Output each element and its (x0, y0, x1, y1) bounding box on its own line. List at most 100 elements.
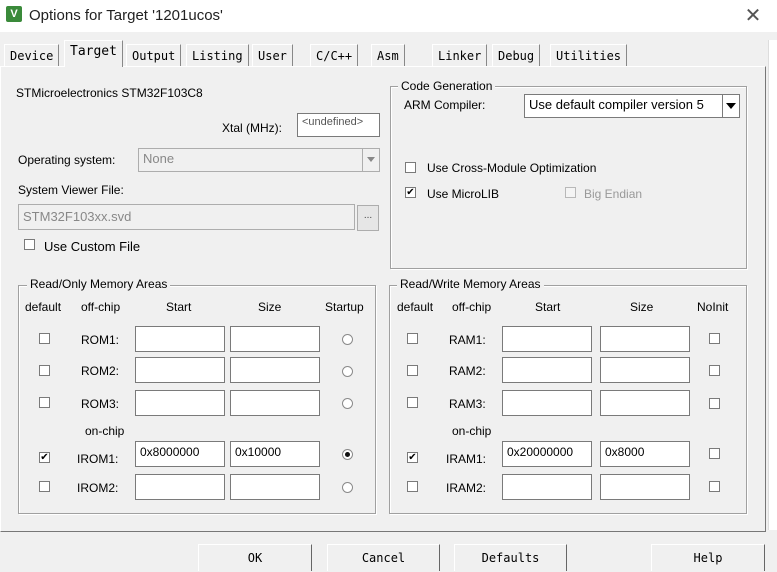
rom2-default-checkbox[interactable] (39, 365, 50, 376)
cross-module-checkbox[interactable] (405, 162, 416, 173)
ro-header-default: default (25, 300, 62, 314)
close-button[interactable]: ✕ (738, 2, 768, 30)
irom2-startup-radio[interactable] (342, 482, 353, 493)
ram1-label: RAM1: (449, 333, 486, 347)
background-window-edge (768, 40, 777, 530)
browse-svd-button[interactable]: ... (357, 205, 379, 231)
ram2-size-input[interactable] (600, 357, 690, 383)
ram1-default-checkbox[interactable] (407, 333, 418, 344)
irom1-size-input[interactable]: 0x10000 (230, 441, 320, 467)
iram1-size-input[interactable]: 0x8000 (600, 441, 690, 467)
iram1-label: IRAM1: (446, 452, 487, 466)
tab-target[interactable]: Target (64, 40, 123, 67)
microlib-label: Use MicroLIB (427, 187, 500, 201)
iram1-default-checkbox[interactable]: ✔ (407, 452, 418, 463)
rw-header-size: Size (630, 300, 654, 314)
ram3-default-checkbox[interactable] (407, 397, 418, 408)
iram1-start-input[interactable]: 0x20000000 (502, 441, 592, 467)
iram2-noinit-checkbox[interactable] (709, 481, 720, 492)
ro-header-startup: Startup (325, 300, 364, 314)
os-select[interactable]: None (138, 148, 380, 172)
ro-header-size: Size (258, 300, 282, 314)
chevron-down-icon (726, 103, 736, 109)
tab-linker[interactable]: Linker (432, 44, 488, 66)
compiler-dropdown-button[interactable] (722, 95, 739, 117)
rom1-size-input[interactable] (230, 326, 320, 352)
xtal-label: Xtal (MHz): (222, 121, 282, 135)
os-label: Operating system: (18, 153, 116, 167)
cancel-button[interactable]: Cancel (327, 544, 440, 571)
ram2-start-input[interactable] (502, 357, 592, 383)
irom1-startup-radio[interactable] (342, 449, 353, 460)
rom3-label: ROM3: (81, 397, 120, 411)
arm-compiler-value: Use default compiler version 5 (529, 97, 704, 112)
rom2-start-input[interactable] (135, 357, 225, 383)
rom1-default-checkbox[interactable] (39, 333, 50, 344)
microlib-checkbox[interactable]: ✔ (405, 187, 416, 198)
iram2-default-checkbox[interactable] (407, 481, 418, 492)
ro-header-offchip: off-chip (81, 300, 121, 314)
defaults-button[interactable]: Defaults (454, 544, 567, 571)
rom3-startup-radio[interactable] (342, 398, 353, 409)
ro-onchip-label: on-chip (85, 424, 125, 438)
os-dropdown-button[interactable] (362, 149, 379, 171)
tab-c-cpp[interactable]: C/C++ (310, 44, 359, 66)
ok-button[interactable]: OK (198, 544, 312, 571)
rom3-start-input[interactable] (135, 390, 225, 416)
tab-listing[interactable]: Listing (186, 44, 249, 66)
rom3-default-checkbox[interactable] (39, 397, 50, 408)
ram3-label: RAM3: (449, 397, 486, 411)
use-custom-file-label: Use Custom File (44, 239, 141, 254)
ram2-label: RAM2: (449, 364, 486, 378)
ram2-noinit-checkbox[interactable] (709, 365, 720, 376)
irom2-size-input[interactable] (230, 474, 320, 500)
ram3-start-input[interactable] (502, 390, 592, 416)
irom1-start-input[interactable]: 0x8000000 (135, 441, 225, 467)
rom2-size-input[interactable] (230, 357, 320, 383)
ram1-size-input[interactable] (600, 326, 690, 352)
use-custom-file-checkbox[interactable] (24, 239, 35, 250)
tab-asm[interactable]: Asm (371, 44, 405, 66)
rw-header-noinit: NoInit (697, 300, 729, 314)
rom2-startup-radio[interactable] (342, 366, 353, 377)
rom3-size-input[interactable] (230, 390, 320, 416)
svd-input[interactable]: STM32F103xx.svd (18, 204, 355, 230)
iram2-start-input[interactable] (502, 474, 592, 500)
irom1-default-checkbox[interactable]: ✔ (39, 452, 50, 463)
arm-compiler-label: ARM Compiler: (404, 98, 486, 112)
ram3-size-input[interactable] (600, 390, 690, 416)
tab-debug[interactable]: Debug (492, 44, 541, 66)
irom2-start-input[interactable] (135, 474, 225, 500)
cross-module-label: Use Cross-Module Optimization (427, 161, 597, 175)
rw-onchip-label: on-chip (452, 424, 492, 438)
irom2-label: IROM2: (77, 481, 119, 495)
rw-header-default: default (397, 300, 434, 314)
help-button[interactable]: Help (651, 544, 765, 571)
rom1-startup-radio[interactable] (342, 334, 353, 345)
iram1-noinit-checkbox[interactable] (709, 448, 720, 459)
rw-header-offchip: off-chip (452, 300, 492, 314)
rom2-label: ROM2: (81, 364, 120, 378)
rw-header-start: Start (535, 300, 561, 314)
rw-memory-title: Read/Write Memory Areas (397, 277, 544, 291)
ram3-noinit-checkbox[interactable] (709, 398, 720, 409)
xtal-input[interactable]: <undefined> (297, 113, 380, 137)
iram2-size-input[interactable] (600, 474, 690, 500)
tab-utilities[interactable]: Utilities (550, 44, 628, 66)
ram2-default-checkbox[interactable] (407, 365, 418, 376)
irom2-default-checkbox[interactable] (39, 481, 50, 492)
iram2-label: IRAM2: (446, 481, 487, 495)
code-generation-title: Code Generation (398, 79, 496, 93)
ram1-noinit-checkbox[interactable] (709, 333, 720, 344)
tab-device[interactable]: Device (4, 44, 60, 66)
ram1-start-input[interactable] (502, 326, 592, 352)
window-title: Options for Target '1201ucos' (29, 7, 223, 24)
tab-user[interactable]: User (252, 44, 293, 66)
arm-compiler-select[interactable]: Use default compiler version 5 (524, 94, 740, 118)
tab-output[interactable]: Output (126, 44, 182, 66)
svd-label: System Viewer File: (18, 183, 124, 197)
chevron-down-icon (367, 157, 375, 162)
big-endian-checkbox[interactable] (565, 187, 576, 198)
rom1-start-input[interactable] (135, 326, 225, 352)
rom1-label: ROM1: (81, 333, 120, 347)
